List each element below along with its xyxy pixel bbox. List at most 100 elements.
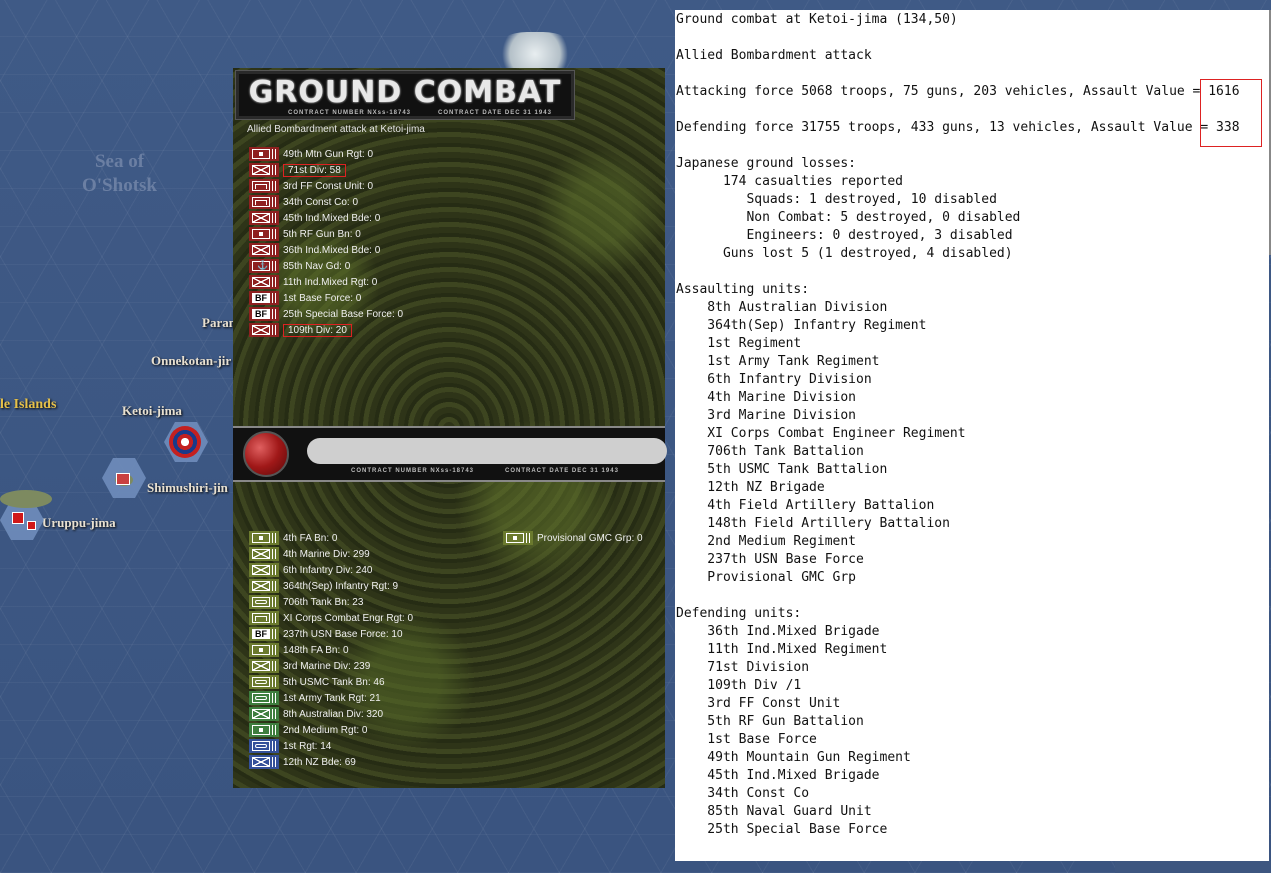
unit-row[interactable]: 11th Ind.Mixed Rgt: 0 xyxy=(249,275,377,289)
report-line: Guns lost 5 (1 destroyed, 4 disabled) xyxy=(676,246,1013,261)
unit-row[interactable]: 6th Infantry Div: 240 xyxy=(249,563,373,577)
report-line: Defending force 31755 troops, 433 guns, … xyxy=(676,120,1240,135)
unit-label: 4th FA Bn: 0 xyxy=(283,532,338,544)
report-line: 34th Const Co xyxy=(676,786,810,801)
report-line: 3rd Marine Division xyxy=(676,408,857,423)
unit-row[interactable]: BF 25th Special Base Force: 0 xyxy=(249,307,403,321)
report-line: 109th Div /1 xyxy=(676,678,802,693)
uruppu-label: Uruppu-jima xyxy=(42,515,116,530)
report-line: Defending units: xyxy=(676,606,802,621)
report-line: 5th RF Gun Battalion xyxy=(676,714,864,729)
unit-row[interactable]: 148th FA Bn: 0 xyxy=(249,643,349,657)
report-line: 11th Ind.Mixed Regiment xyxy=(676,642,888,657)
unit-row[interactable]: 12th NZ Bde: 69 xyxy=(249,755,356,769)
contract-date: CONTRACT DATE DEC 31 1943 xyxy=(438,110,552,116)
unit-label: 2nd Medium Rgt: 0 xyxy=(283,724,368,736)
unit-row[interactable]: 8th Australian Div: 320 xyxy=(249,707,383,721)
infantry-icon xyxy=(249,707,279,721)
uruppu-island xyxy=(0,490,52,508)
combat-report-panel[interactable]: Ground combat at Ketoi-jima (134,50) Alli… xyxy=(675,10,1269,861)
report-line: 6th Infantry Division xyxy=(676,372,872,387)
unit-label: 4th Marine Div: 299 xyxy=(283,548,370,560)
japanese-base-icon[interactable] xyxy=(27,521,36,530)
unit-label: 34th Const Co: 0 xyxy=(283,196,359,208)
unit-row[interactable]: 3rd Marine Div: 239 xyxy=(249,659,370,673)
unit-row[interactable]: Provisional GMC Grp: 0 xyxy=(503,531,643,545)
report-line: 36th Ind.Mixed Brigade xyxy=(676,624,880,639)
combat-divider-bar: CONTRACT NUMBER NXss-18743 CONTRACT DATE… xyxy=(233,426,667,482)
unit-row[interactable]: 85th Nav Gd: 0 xyxy=(249,259,350,273)
unit-row[interactable]: 45th Ind.Mixed Bde: 0 xyxy=(249,211,380,225)
unit-label: 71st Div: 58 xyxy=(283,163,346,177)
combat-progress-bar xyxy=(307,438,667,464)
artillery-icon xyxy=(249,643,279,657)
report-line: 174 casualties reported xyxy=(676,174,903,189)
japanese-unit-icon[interactable] xyxy=(12,512,24,524)
base-force-icon: BF xyxy=(249,307,279,321)
report-line: Provisional GMC Grp xyxy=(676,570,857,585)
unit-row[interactable]: 2nd Medium Rgt: 0 xyxy=(249,723,368,737)
report-line: Ground combat at Ketoi-jima (134,50) xyxy=(676,12,958,27)
japanese-base-icon[interactable] xyxy=(116,473,130,485)
unit-label: 6th Infantry Div: 240 xyxy=(283,564,373,576)
artillery-icon xyxy=(249,227,279,241)
unit-row[interactable]: 364th(Sep) Infantry Rgt: 9 xyxy=(249,579,398,593)
unit-label: 3rd FF Const Unit: 0 xyxy=(283,180,374,192)
unit-row[interactable]: 1st Rgt: 14 xyxy=(249,739,331,753)
unit-label: 11th Ind.Mixed Rgt: 0 xyxy=(283,276,378,288)
unit-label: 109th Div: 20 xyxy=(283,323,352,337)
unit-row[interactable]: 4th Marine Div: 299 xyxy=(249,547,370,561)
engineer-icon xyxy=(249,611,279,625)
unit-label: 237th USN Base Force: 10 xyxy=(283,628,403,640)
unit-row[interactable]: 71st Div: 58 xyxy=(249,163,346,177)
ketoi-label: Ketoi-jima xyxy=(122,403,182,418)
unit-label: 36th Ind.Mixed Bde: 0 xyxy=(283,244,381,256)
unit-row[interactable]: 5th USMC Tank Bn: 46 xyxy=(249,675,385,689)
unit-label: 1st Rgt: 14 xyxy=(283,740,332,752)
unit-row[interactable]: 4th FA Bn: 0 xyxy=(249,531,337,545)
report-line: 45th Ind.Mixed Brigade xyxy=(676,768,880,783)
report-line: Japanese ground losses: xyxy=(676,156,857,171)
result-ball-icon xyxy=(243,431,289,477)
unit-label: 8th Australian Div: 320 xyxy=(283,708,384,720)
report-line: 2nd Medium Regiment xyxy=(676,534,857,549)
unit-row[interactable]: 706th Tank Bn: 23 xyxy=(249,595,363,609)
kuril-islands-label: le Islands xyxy=(0,397,57,412)
contract-date: CONTRACT DATE DEC 31 1943 xyxy=(505,468,619,474)
unit-row[interactable]: 49th Mtn Gun Rgt: 0 xyxy=(249,147,373,161)
unit-row[interactable]: 3rd FF Const Unit: 0 xyxy=(249,179,373,193)
allied-unit-icon[interactable] xyxy=(169,426,201,458)
report-line: 5th USMC Tank Battalion xyxy=(676,462,888,477)
report-line: 1st Regiment xyxy=(676,336,802,351)
combat-subtitle: Allied Bombardment attack at Ketoi-jima xyxy=(247,124,425,135)
report-line: 4th Field Artillery Battalion xyxy=(676,498,935,513)
report-line: XI Corps Combat Engineer Regiment xyxy=(676,426,966,441)
tank-icon xyxy=(249,675,279,689)
artillery-icon xyxy=(249,147,279,161)
infantry-icon xyxy=(249,563,279,577)
report-line: 237th USN Base Force xyxy=(676,552,864,567)
report-line: Non Combat: 5 destroyed, 0 disabled xyxy=(676,210,1021,225)
unit-label: 364th(Sep) Infantry Rgt: 9 xyxy=(283,580,399,592)
unit-row[interactable]: BF 1st Base Force: 0 xyxy=(249,291,361,305)
ground-combat-window[interactable]: GROUND COMBAT CONTRACT NUMBER NXss-18743… xyxy=(233,68,667,788)
unit-row[interactable]: BF 237th USN Base Force: 10 xyxy=(249,627,403,641)
unit-label: 1st Base Force: 0 xyxy=(283,292,362,304)
contract-number: CONTRACT NUMBER NXss-18743 xyxy=(288,110,412,116)
unit-row[interactable]: 1st Army Tank Rgt: 21 xyxy=(249,691,381,705)
unit-row[interactable]: 36th Ind.Mixed Bde: 0 xyxy=(249,243,380,257)
unit-row[interactable]: 34th Const Co: 0 xyxy=(249,195,358,209)
unit-row[interactable]: 5th RF Gun Bn: 0 xyxy=(249,227,361,241)
unit-label: 5th RF Gun Bn: 0 xyxy=(283,228,361,240)
unit-label: 49th Mtn Gun Rgt: 0 xyxy=(283,148,374,160)
artillery-icon xyxy=(249,531,279,545)
unit-row[interactable]: 109th Div: 20 xyxy=(249,323,352,337)
report-line: Attacking force 5068 troops, 75 guns, 20… xyxy=(676,84,1240,99)
map-corner xyxy=(1115,861,1271,873)
report-line: 706th Tank Battalion xyxy=(676,444,864,459)
infantry-icon xyxy=(249,755,279,769)
unit-label: 5th USMC Tank Bn: 46 xyxy=(283,676,385,688)
report-line: Assaulting units: xyxy=(676,282,810,297)
unit-row[interactable]: XI Corps Combat Engr Rgt: 0 xyxy=(249,611,413,625)
sea-label: Sea of O'Shotsk xyxy=(82,151,157,196)
